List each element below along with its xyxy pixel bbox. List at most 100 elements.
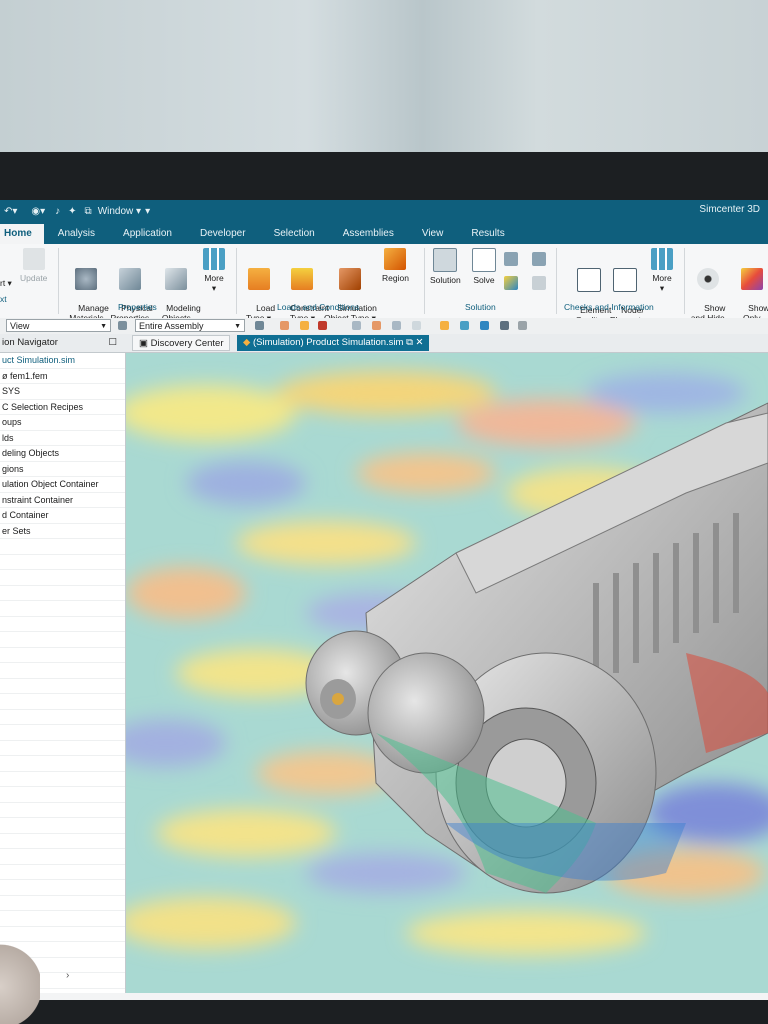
pick-icon[interactable] <box>318 321 327 330</box>
tree-item-simulation-object-container[interactable]: ulation Object Container <box>0 477 125 493</box>
update-icon <box>22 248 45 270</box>
more-checks-button[interactable]: More ▾ <box>651 248 673 293</box>
quick-access-toolbar: ↶▾ ◉▾ ♪ ✦ ⧉ Window ▾ ▾ Simcenter 3D <box>0 200 768 222</box>
list-item <box>0 725 125 741</box>
mesh-icon[interactable] <box>460 321 469 330</box>
navigator-header: ion Navigator ☐ <box>0 334 125 352</box>
close-icon[interactable]: ✕ <box>416 337 424 348</box>
tab-view[interactable]: View <box>408 228 458 244</box>
tree-item-regions[interactable]: gions <box>0 462 125 477</box>
list-item <box>0 849 125 865</box>
tab-analysis[interactable]: Analysis <box>44 228 109 244</box>
grid-icon <box>651 248 673 270</box>
node-element-icon <box>613 268 638 292</box>
more-properties-button[interactable]: More ▾ <box>203 248 225 293</box>
group-loads-and-conditions: Loads and Conditions <box>277 302 360 312</box>
tab-home[interactable]: Home <box>0 224 44 244</box>
tree-item-constraint-container[interactable]: nstraint Container <box>0 493 125 508</box>
tree-item-solver-sets[interactable]: er Sets <box>0 524 125 539</box>
eye-icon <box>696 268 719 290</box>
tree-item-groups[interactable]: oups <box>0 415 125 431</box>
tree-item-simulation[interactable]: uct Simulation.sim <box>0 353 125 369</box>
table-icon[interactable] <box>518 321 527 330</box>
discovery-icon: ▣ <box>139 338 148 349</box>
materials-icon <box>75 268 98 290</box>
update-button[interactable]: Update <box>20 248 47 283</box>
report-icon[interactable] <box>532 276 546 290</box>
filter-icon[interactable] <box>118 321 127 330</box>
app-window: ↶▾ ◉▾ ♪ ✦ ⧉ Window ▾ ▾ Simcenter 3D Home… <box>0 200 768 1000</box>
tab-selection[interactable]: Selection <box>260 228 329 244</box>
ribbon: rt ▾ xt Update Manage Materials Physical… <box>0 244 768 325</box>
graphics-viewport[interactable] <box>126 353 768 993</box>
partial-button[interactable]: rt ▾ <box>0 278 12 288</box>
tree-item-load-container[interactable]: d Container <box>0 508 125 524</box>
tab-simulation-file[interactable]: ◆ (Simulation) Product Simulation.sim ⧉ … <box>237 335 430 351</box>
scroll-right-arrow[interactable]: › <box>66 970 69 981</box>
list-item <box>0 710 125 725</box>
list-item <box>0 555 125 570</box>
customize-icon[interactable]: ▾ <box>145 206 150 217</box>
results-icon[interactable] <box>504 276 518 290</box>
list-item <box>0 896 125 911</box>
region-button[interactable]: Region <box>382 248 409 283</box>
constraint-icon <box>291 268 314 290</box>
load-arrow-icon <box>247 268 270 290</box>
app-name: Simcenter 3D <box>699 204 760 215</box>
tab-discovery-center[interactable]: ▣ Discovery Center <box>132 335 231 351</box>
list-item <box>0 787 125 803</box>
microphone-icon[interactable]: ♪ <box>55 206 60 217</box>
body-icon[interactable] <box>372 321 381 330</box>
tree-item-csys[interactable]: SYS <box>0 384 125 400</box>
orient-icon[interactable] <box>412 321 421 330</box>
view-icon[interactable] <box>392 321 401 330</box>
tab-application[interactable]: Application <box>109 228 186 244</box>
tab-developer[interactable]: Developer <box>186 228 260 244</box>
list-item <box>0 834 125 849</box>
cube-icon[interactable] <box>352 321 361 330</box>
solve-button[interactable]: Solve <box>472 248 496 285</box>
group-solution: Solution <box>465 302 496 312</box>
assembly-dropdown[interactable]: Entire Assembly ▼ <box>135 319 245 332</box>
eye-icon[interactable]: ◉▾ <box>31 206 45 217</box>
list-item <box>0 880 125 896</box>
csys-icon[interactable] <box>440 321 449 330</box>
list-item <box>0 539 125 555</box>
simulation-file-icon: ◆ <box>243 337 251 348</box>
list-item <box>0 586 125 601</box>
list-item <box>0 694 125 710</box>
document-tabs: ion Navigator ☐ ▣ Discovery Center ◆ (Si… <box>0 334 768 353</box>
maximize-icon[interactable]: ☐ <box>108 334 117 352</box>
list-item <box>0 756 125 772</box>
undo-icon[interactable]: ↶▾ <box>4 206 17 217</box>
solution-step-icon[interactable] <box>532 252 546 266</box>
list-item <box>0 601 125 617</box>
select-icon[interactable] <box>255 321 264 330</box>
list-item <box>0 741 125 756</box>
tree-item-modeling-objects[interactable]: deling Objects <box>0 446 125 462</box>
solution-button[interactable]: Solution <box>430 248 461 285</box>
window-menu[interactable]: Window ▾ <box>98 206 141 217</box>
modeling-objects-icon <box>165 268 188 290</box>
simulation-navigator: uct Simulation.sim ø fem1.fem SYS C Sele… <box>0 353 126 993</box>
selection-bar: View ▼ Entire Assembly ▼ <box>0 318 768 335</box>
physical-properties-icon <box>118 268 141 290</box>
solution-tool-icon[interactable] <box>504 252 518 266</box>
tab-results[interactable]: Results <box>457 228 518 244</box>
pin-icon[interactable]: ⧉ <box>406 337 413 348</box>
tree-item-fields[interactable]: lds <box>0 431 125 446</box>
simulation-object-icon <box>338 268 361 290</box>
point-icon[interactable] <box>300 321 309 330</box>
list-item <box>0 772 125 787</box>
tree-item-selection-recipes[interactable]: C Selection Recipes <box>0 400 125 415</box>
tab-assemblies[interactable]: Assemblies <box>329 228 408 244</box>
element-icon[interactable] <box>500 321 509 330</box>
tree-item-fem[interactable]: ø fem1.fem <box>0 369 125 384</box>
node-icon[interactable] <box>480 321 489 330</box>
filter-dropdown[interactable]: View ▼ <box>6 319 111 332</box>
visibility-icon[interactable]: ✦ <box>68 206 76 217</box>
solution-icon <box>433 248 458 272</box>
window-icon[interactable]: ⧉ <box>85 206 92 217</box>
group-properties: Properties <box>118 302 157 312</box>
snap-icon[interactable] <box>280 321 289 330</box>
